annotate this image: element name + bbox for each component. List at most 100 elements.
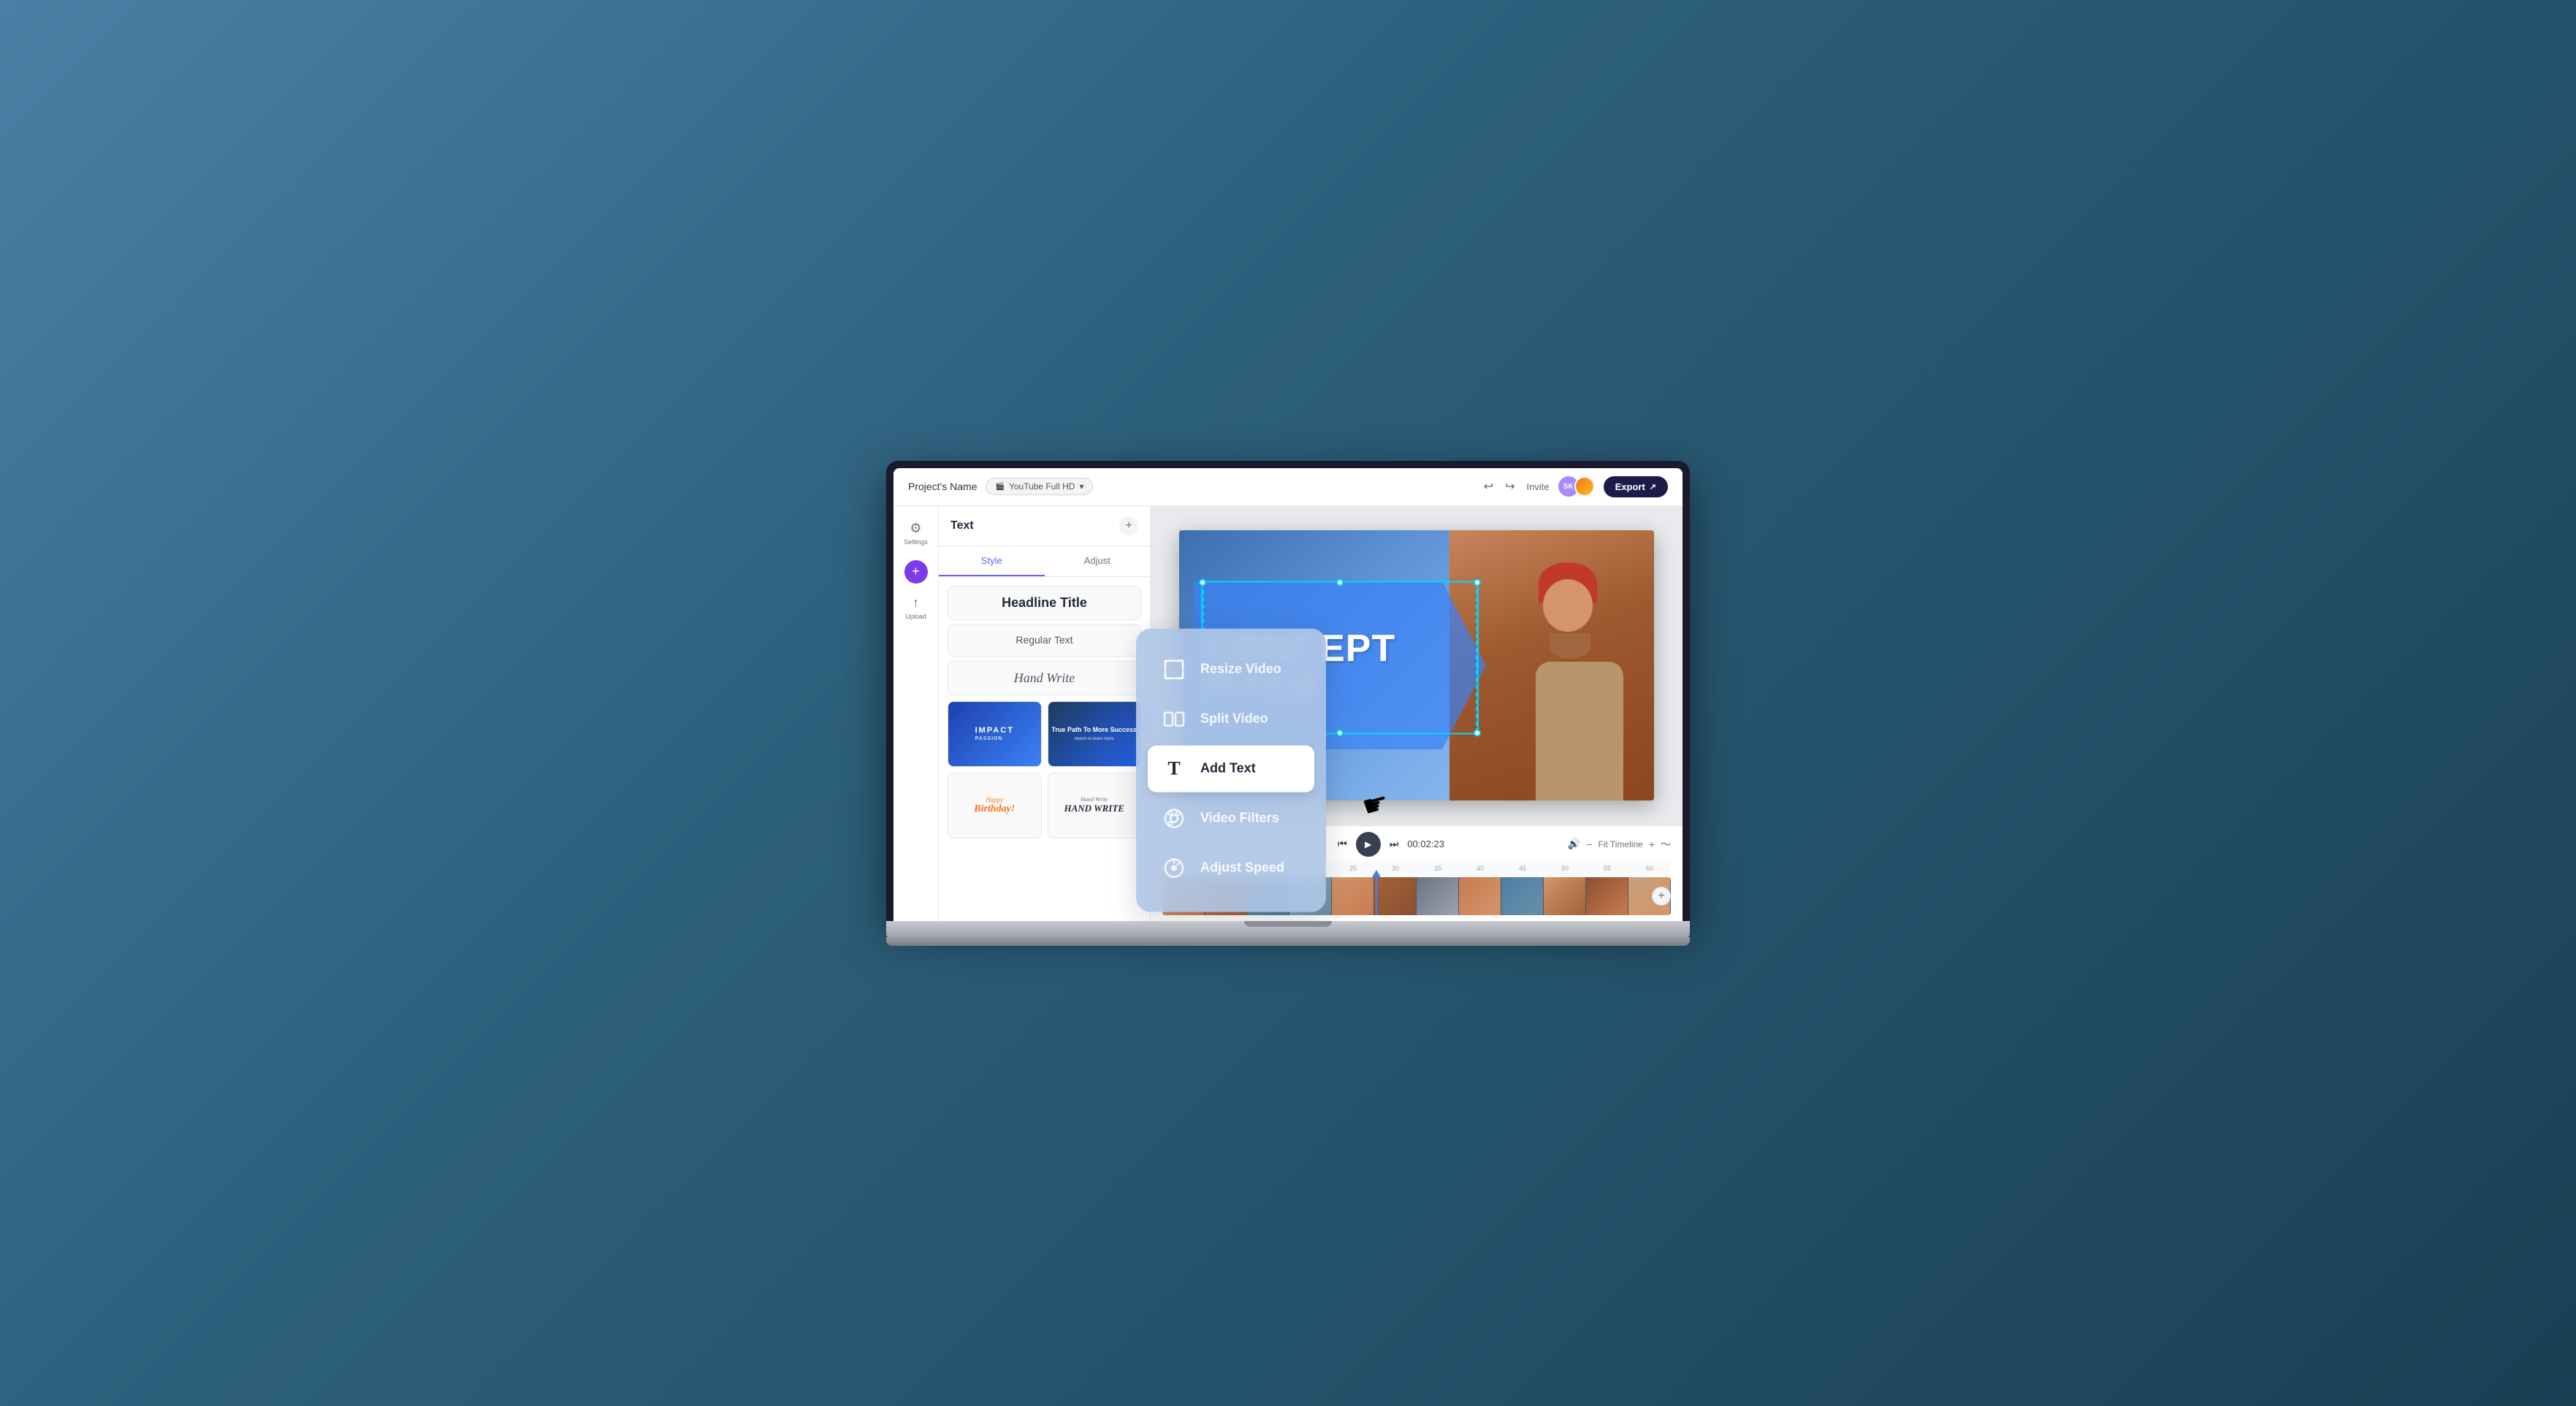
birthday-label-big: Birthday! xyxy=(974,803,1015,815)
skip-forward-button[interactable]: ⏭ xyxy=(1390,838,1399,850)
sidebar-item-upload[interactable]: ↑ Upload xyxy=(898,589,934,626)
sidebar-add-button[interactable]: + xyxy=(904,560,928,584)
text-templates-grid: IMPACT passion True Path To More Success… xyxy=(948,701,1141,838)
redo-button[interactable]: ↪ xyxy=(1502,476,1517,497)
fm-resize-video[interactable]: Resize Video xyxy=(1148,646,1314,692)
regular-label: Regular Text xyxy=(1015,634,1072,646)
app-header: Project's Name 🎬 YouTube Full HD ▾ ↩ ↪ I… xyxy=(893,468,1683,506)
skip-back-button[interactable]: ⏮ xyxy=(1338,838,1347,850)
fm-filters-label: Video Filters xyxy=(1200,811,1279,826)
canvas-area: Resize Video Split Video xyxy=(1151,506,1683,921)
fm-add-text[interactable]: T Add Text xyxy=(1148,745,1314,792)
tab-style[interactable]: Style xyxy=(939,546,1045,576)
ruler-35: 35 xyxy=(1417,865,1459,872)
play-button[interactable]: ▶ xyxy=(1356,832,1381,857)
panel-header: Text + xyxy=(939,506,1150,546)
truepath-text: True Path To More Success xyxy=(1051,726,1137,735)
text-style-handwrite[interactable]: Hand Write xyxy=(948,661,1141,695)
resize-video-icon xyxy=(1159,654,1189,684)
format-label: YouTube Full HD xyxy=(1009,481,1075,492)
chevron-down-icon: ▾ xyxy=(1079,481,1083,492)
add-text-icon: T xyxy=(1159,754,1189,783)
template-birthday[interactable]: Happy Birthday! xyxy=(948,773,1042,838)
film-frame-5 xyxy=(1332,877,1374,915)
header-right: ↩ ↪ Invite SK Export ↗ xyxy=(1481,476,1668,497)
panel-add-button[interactable]: + xyxy=(1119,516,1138,535)
birthday-label-small: Happy xyxy=(974,796,1015,803)
fm-video-filters[interactable]: Video Filters xyxy=(1148,795,1314,841)
adjust-speed-icon xyxy=(1159,853,1189,882)
handwrite-big-content: Hand Write HAND WRITE xyxy=(1064,796,1124,814)
text-style-regular[interactable]: Regular Text xyxy=(948,624,1141,657)
undo-button[interactable]: ↩ xyxy=(1481,476,1496,497)
zoom-plus-button[interactable]: + xyxy=(1649,838,1655,850)
avatar-group: SK xyxy=(1558,476,1595,497)
panel-title: Text xyxy=(950,519,974,532)
playhead xyxy=(1376,877,1377,915)
timeline-add-button[interactable]: + xyxy=(1652,887,1671,906)
fm-split-label: Split Video xyxy=(1200,711,1268,727)
film-frame-9 xyxy=(1501,877,1544,915)
handwrite-big-label: HAND WRITE xyxy=(1064,803,1124,814)
upload-label: Upload xyxy=(905,613,926,620)
fm-speed-label: Adjust Speed xyxy=(1200,860,1284,876)
floating-menu: Resize Video Split Video xyxy=(1136,628,1326,912)
text-style-headline[interactable]: Headline Title xyxy=(948,586,1141,620)
person-beard xyxy=(1550,633,1590,659)
upload-icon: ↑ xyxy=(912,595,919,611)
ruler-55: 55 xyxy=(1586,865,1628,872)
project-name: Project's Name xyxy=(908,481,977,492)
impact-sub: passion xyxy=(975,736,1014,741)
zoom-minus-button[interactable]: − xyxy=(1586,838,1592,850)
waveform-button[interactable]: 〜 xyxy=(1661,837,1671,852)
fm-split-video[interactable]: Split Video xyxy=(1148,695,1314,742)
laptop-base xyxy=(886,921,1690,937)
birthday-content: Happy Birthday! xyxy=(974,796,1015,815)
volume-button[interactable]: 🔊 xyxy=(1568,838,1580,850)
header-left: Project's Name 🎬 YouTube Full HD ▾ xyxy=(908,478,1093,495)
export-label: Export xyxy=(1615,481,1645,492)
template-impact[interactable]: IMPACT passion xyxy=(948,701,1042,767)
export-icon: ↗ xyxy=(1650,482,1656,492)
panel-content: Headline Title Regular Text Hand Write xyxy=(939,577,1150,921)
video-filters-icon xyxy=(1159,803,1189,833)
film-frame-10 xyxy=(1544,877,1586,915)
fit-timeline-label: Fit Timeline xyxy=(1598,839,1642,849)
fm-add-text-label: Add Text xyxy=(1200,761,1256,776)
settings-label: Settings xyxy=(904,538,928,546)
template-truepath-content: True Path To More Success Watch to learn… xyxy=(1048,702,1141,766)
app-main: ⚙ Settings + ↑ Upload xyxy=(893,506,1683,921)
export-button[interactable]: Export ↗ xyxy=(1604,476,1668,497)
panel-tabs: Style Adjust xyxy=(939,546,1150,577)
film-frame-6 xyxy=(1374,877,1417,915)
timeline-right: 🔊 − Fit Timeline + 〜 xyxy=(1568,837,1671,852)
laptop-bottom xyxy=(886,937,1690,946)
impact-text: IMPACT xyxy=(975,726,1014,735)
film-frame-8 xyxy=(1459,877,1501,915)
video-icon: 🎬 xyxy=(995,483,1004,491)
fm-adjust-speed[interactable]: Adjust Speed xyxy=(1148,844,1314,891)
undo-redo-group: ↩ ↪ xyxy=(1481,476,1518,497)
template-handwrite-big[interactable]: Hand Write HAND WRITE xyxy=(1048,773,1142,838)
tab-adjust[interactable]: Adjust xyxy=(1045,546,1151,576)
invite-button[interactable]: Invite xyxy=(1527,481,1550,492)
ruler-40: 40 xyxy=(1459,865,1501,872)
handwrite-label: Hand Write xyxy=(1014,670,1075,685)
left-sidebar: ⚙ Settings + ↑ Upload xyxy=(893,506,939,921)
timeline-center: ⏮ ▶ ⏭ 00:02:23 xyxy=(1338,832,1444,857)
sidebar-item-settings[interactable]: ⚙ Settings xyxy=(898,515,934,551)
template-truepath[interactable]: True Path To More Success Watch to learn… xyxy=(1048,701,1142,767)
avatar-photo xyxy=(1574,476,1595,497)
ruler-60: 60 xyxy=(1628,865,1671,872)
format-selector[interactable]: 🎬 YouTube Full HD ▾ xyxy=(986,478,1093,495)
text-panel: Text + Style Adjust Headline Title xyxy=(939,506,1151,921)
truepath-sub: Watch to learn more xyxy=(1075,737,1114,741)
plus-icon: + xyxy=(912,564,920,579)
person-head xyxy=(1543,579,1593,632)
ruler-45: 45 xyxy=(1501,865,1544,872)
film-frame-7 xyxy=(1417,877,1459,915)
ruler-25: 25 xyxy=(1332,865,1374,872)
settings-icon: ⚙ xyxy=(910,521,921,536)
time-display: 00:02:23 xyxy=(1407,838,1444,849)
split-video-icon xyxy=(1159,704,1189,733)
